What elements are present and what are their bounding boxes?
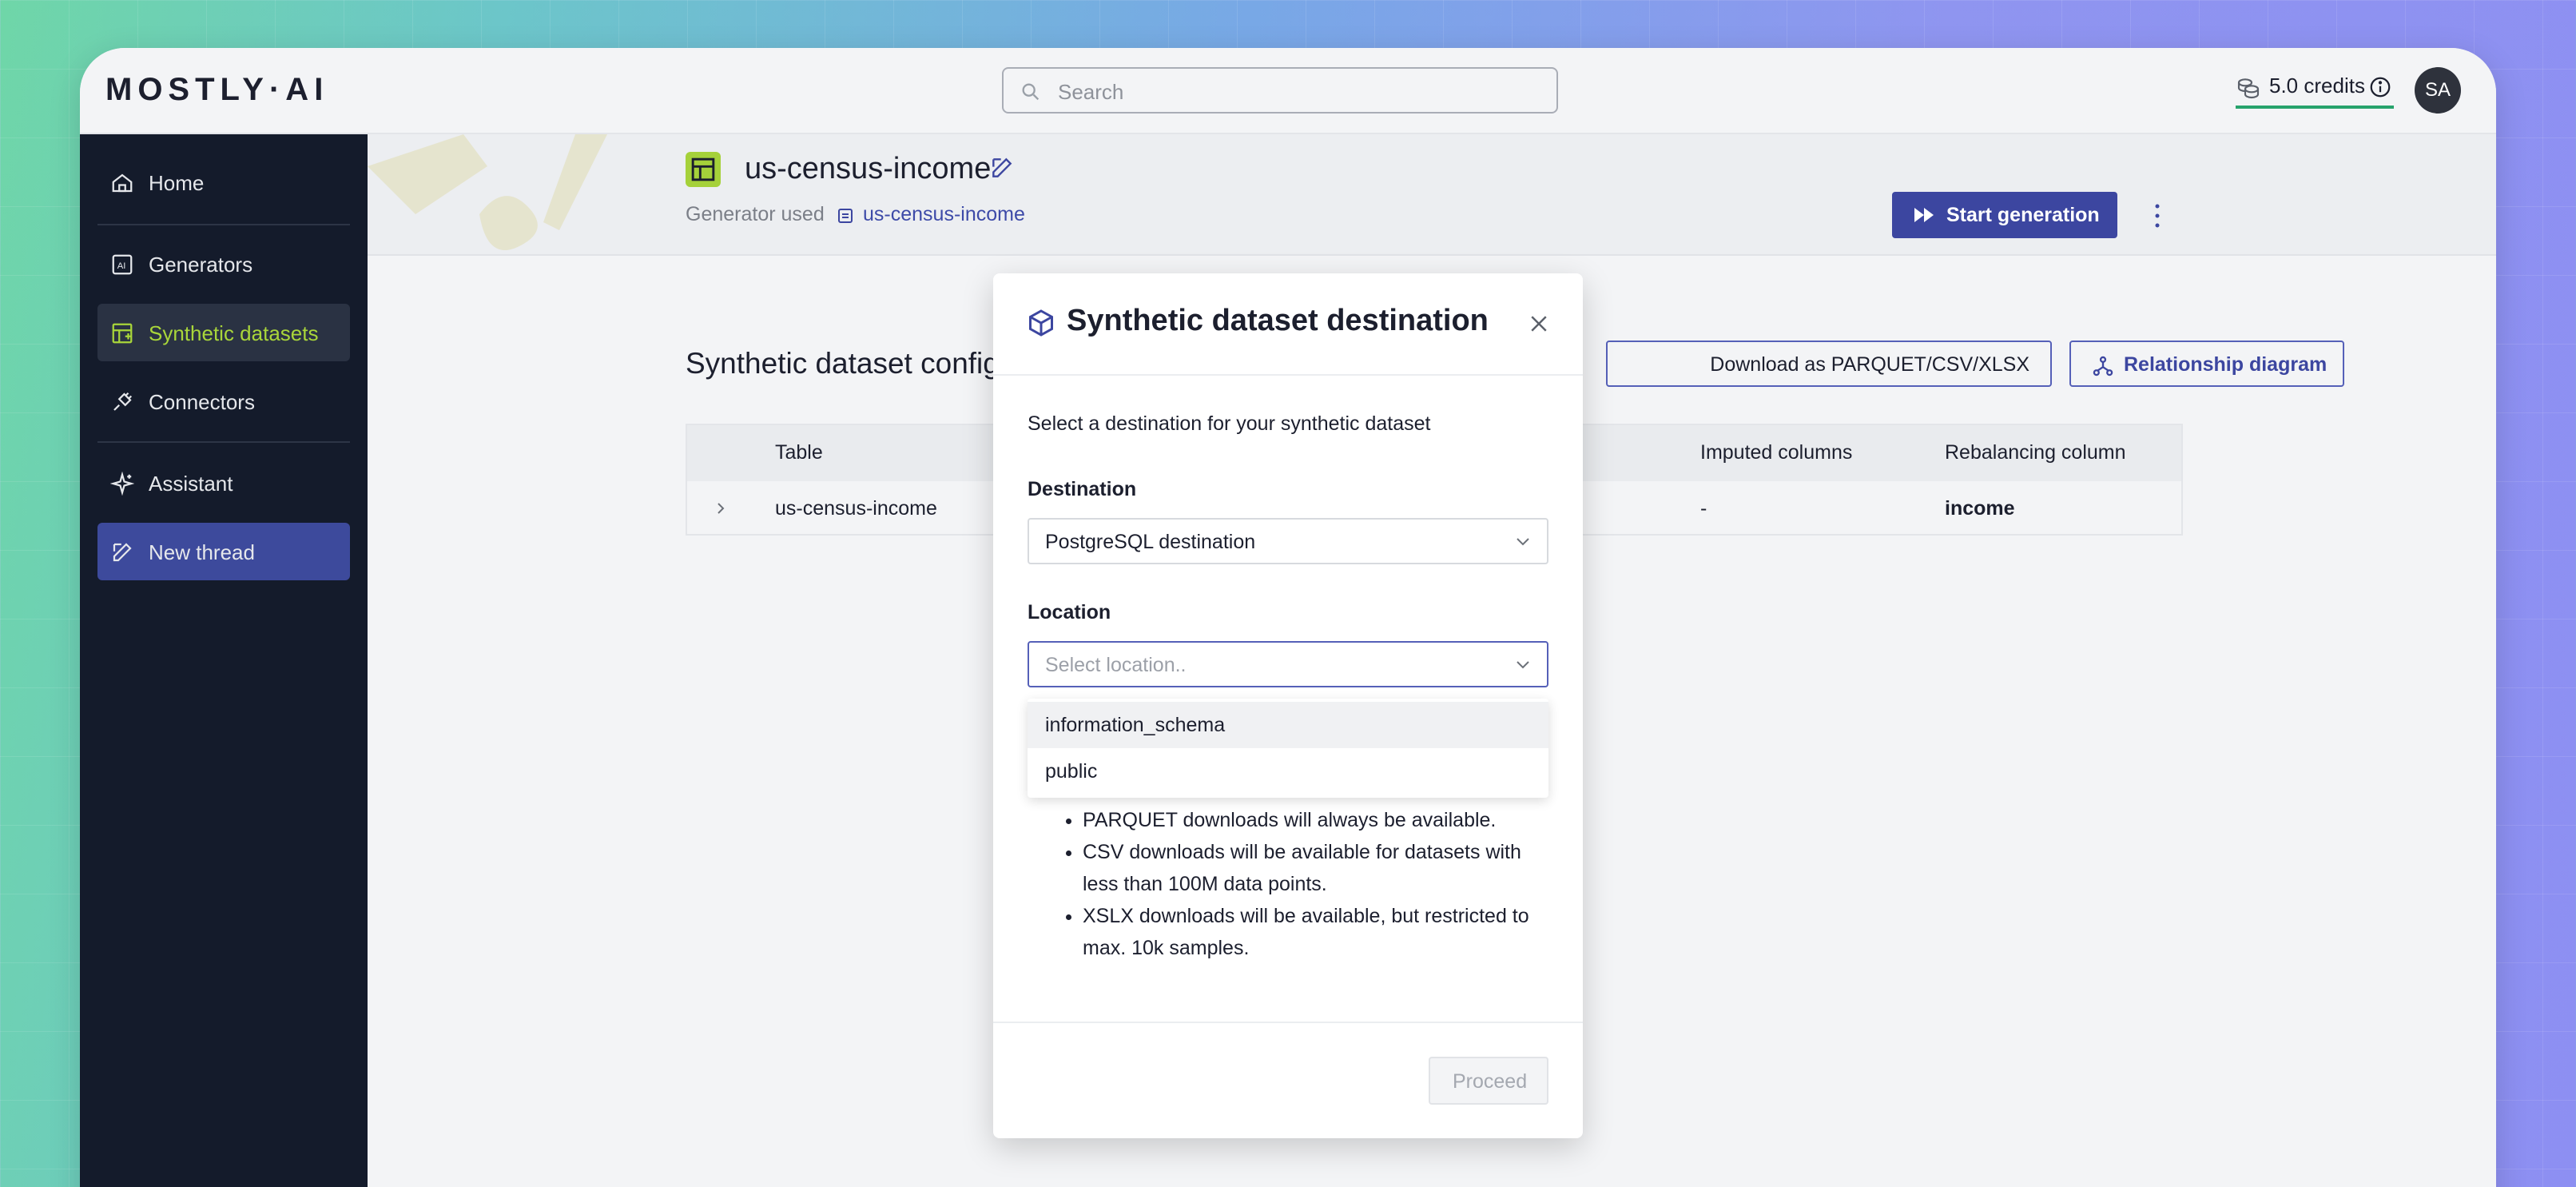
destination-select[interactable]: PostgreSQL destination [1028,518,1548,564]
destination-value: PostgreSQL destination [1045,531,1256,553]
location-placeholder: Select location.. [1045,654,1187,676]
location-label: Location [1028,601,1111,623]
location-option[interactable]: information_schema [1028,702,1548,748]
proceed-button[interactable]: Proceed [1429,1057,1548,1105]
modal-description: Select a destination for your synthetic … [1028,412,1431,435]
location-dropdown: information_schema public [1028,699,1548,798]
proceed-label: Proceed [1453,1070,1528,1093]
download-notes: PARQUET downloads will always be availab… [1051,804,1530,964]
option-label: public [1045,760,1098,783]
close-icon[interactable] [1527,312,1551,336]
option-label: information_schema [1045,714,1226,736]
location-option[interactable]: public [1028,748,1548,795]
chevron-down-icon [1517,661,1529,669]
divider [993,1022,1583,1023]
modal-header: Synthetic dataset destination [993,273,1583,376]
location-select[interactable]: Select location.. [1028,641,1548,687]
modal-title: Synthetic dataset destination [1067,304,1489,337]
cube-icon [1029,309,1053,337]
list-item: CSV downloads will be available for data… [1083,836,1530,900]
list-item: PARQUET downloads will always be availab… [1083,804,1530,836]
list-item: XSLX downloads will be available, but re… [1083,900,1530,964]
destination-modal: Synthetic dataset destination Select a d… [993,273,1583,1138]
chevron-down-icon [1517,538,1529,546]
destination-label: Destination [1028,478,1137,500]
